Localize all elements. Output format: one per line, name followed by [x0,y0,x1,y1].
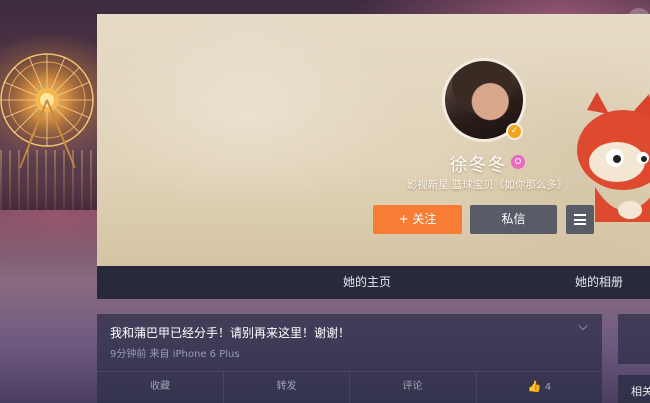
cartoon-fox-decoration [577,92,650,222]
like-button[interactable]: 👍 4 [476,372,602,403]
comment-button[interactable]: 评论 [349,372,475,403]
related-label: 相关 [631,385,650,398]
post-meta: 9分钟前 来自 iPhone 6 Plus [110,349,240,360]
favorite-button[interactable]: 收藏 [97,372,223,403]
profile-name-row: 徐冬冬 [417,151,557,176]
profile-nav-bar: 她的主页 她的相册 [97,266,650,299]
female-icon [510,155,525,169]
ferris-wheel-image [0,50,97,169]
verified-badge-icon: ✓ [506,123,523,140]
post-actions: 收藏 转发 评论 👍 4 [97,371,602,403]
chevron-down-icon[interactable]: ⌵ [575,319,591,335]
profile-name: 徐冬冬 [449,155,507,176]
menu-icon-line [574,223,586,225]
tab-album[interactable]: 她的相册 [575,266,623,299]
message-button[interactable]: 私信 [470,205,557,234]
tab-home[interactable]: 她的主页 [343,266,391,299]
city-lights [0,150,100,210]
repost-button[interactable]: 转发 [223,372,349,403]
profile-bio: 影视新星 篮球宝贝《如你那么多》 [406,179,568,191]
related-card[interactable]: 相关 [618,375,650,403]
thumbs-up-icon: 👍 [527,380,542,393]
follow-button[interactable]: + 关注 [373,205,462,234]
post-card: 我和蒲巴甲已经分手！请别再来这里！谢谢！ 9分钟前 来自 iPhone 6 Pl… [97,314,602,403]
like-count: 4 [544,382,552,393]
profile-cover: ✓ 徐冬冬 影视新星 篮球宝贝《如你那么多》 + 关注 私信 [97,14,650,266]
post-text: 我和蒲巴甲已经分手！请别再来这里！谢谢！ [110,326,351,340]
side-card [618,314,650,364]
